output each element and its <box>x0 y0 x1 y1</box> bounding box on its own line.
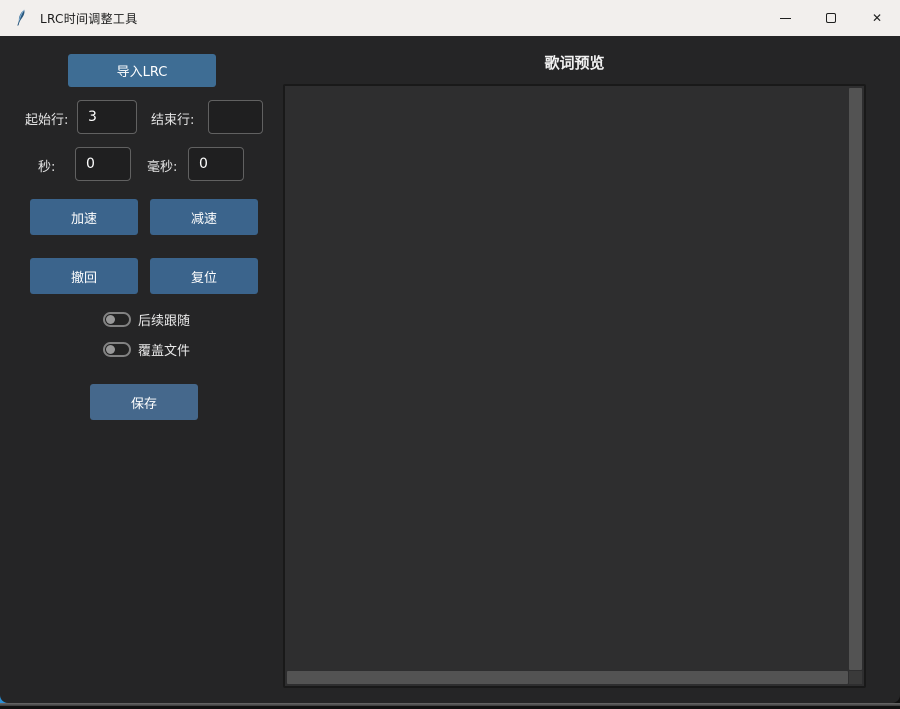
undo-button[interactable]: 撤回 <box>30 258 138 294</box>
overwrite-toggle[interactable]: 覆盖文件 <box>103 340 190 359</box>
seconds-input[interactable] <box>75 147 131 181</box>
minimize-icon <box>780 18 791 19</box>
minimize-button[interactable] <box>762 0 808 36</box>
preview-title: 歌词预览 <box>283 52 866 73</box>
lyrics-preview-content <box>289 89 846 668</box>
vertical-scrollbar[interactable] <box>849 88 862 670</box>
milliseconds-input[interactable] <box>188 147 244 181</box>
milliseconds-label: 毫秒: <box>147 156 177 175</box>
end-line-input[interactable] <box>208 100 263 134</box>
window-title: LRC时间调整工具 <box>40 10 138 27</box>
window-controls: ✕ <box>762 0 900 36</box>
start-line-label: 起始行: <box>25 109 68 128</box>
speed-up-button[interactable]: 加速 <box>30 199 138 235</box>
follow-toggle-switch-icon <box>103 312 131 327</box>
save-button[interactable]: 保存 <box>90 384 198 420</box>
follow-toggle-label: 后续跟随 <box>138 310 190 329</box>
slow-down-button[interactable]: 减速 <box>150 199 258 235</box>
horizontal-scrollbar[interactable] <box>287 671 848 684</box>
seconds-label: 秒: <box>38 156 55 175</box>
reset-button[interactable]: 复位 <box>150 258 258 294</box>
python-feather-icon <box>13 9 31 27</box>
app-window: LRC时间调整工具 ✕ 导入LRC 起始行: 结束行: 秒: 毫秒: 加速 减速… <box>0 0 900 703</box>
start-line-input[interactable] <box>77 100 137 134</box>
end-line-label: 结束行: <box>151 109 194 128</box>
maximize-button[interactable] <box>808 0 854 36</box>
import-lrc-button[interactable]: 导入LRC <box>68 54 216 87</box>
follow-toggle[interactable]: 后续跟随 <box>103 310 190 329</box>
lyrics-preview-textarea[interactable] <box>283 84 866 688</box>
overwrite-toggle-switch-icon <box>103 342 131 357</box>
scrollbar-corner <box>849 671 862 684</box>
main-content: 导入LRC 起始行: 结束行: 秒: 毫秒: 加速 减速 撤回 复位 后续跟随 … <box>0 36 900 703</box>
titlebar: LRC时间调整工具 ✕ <box>0 0 900 36</box>
overwrite-toggle-label: 覆盖文件 <box>138 340 190 359</box>
maximize-icon <box>826 13 836 23</box>
close-icon: ✕ <box>872 12 882 24</box>
close-button[interactable]: ✕ <box>854 0 900 36</box>
window-bottom-edge <box>0 703 900 706</box>
